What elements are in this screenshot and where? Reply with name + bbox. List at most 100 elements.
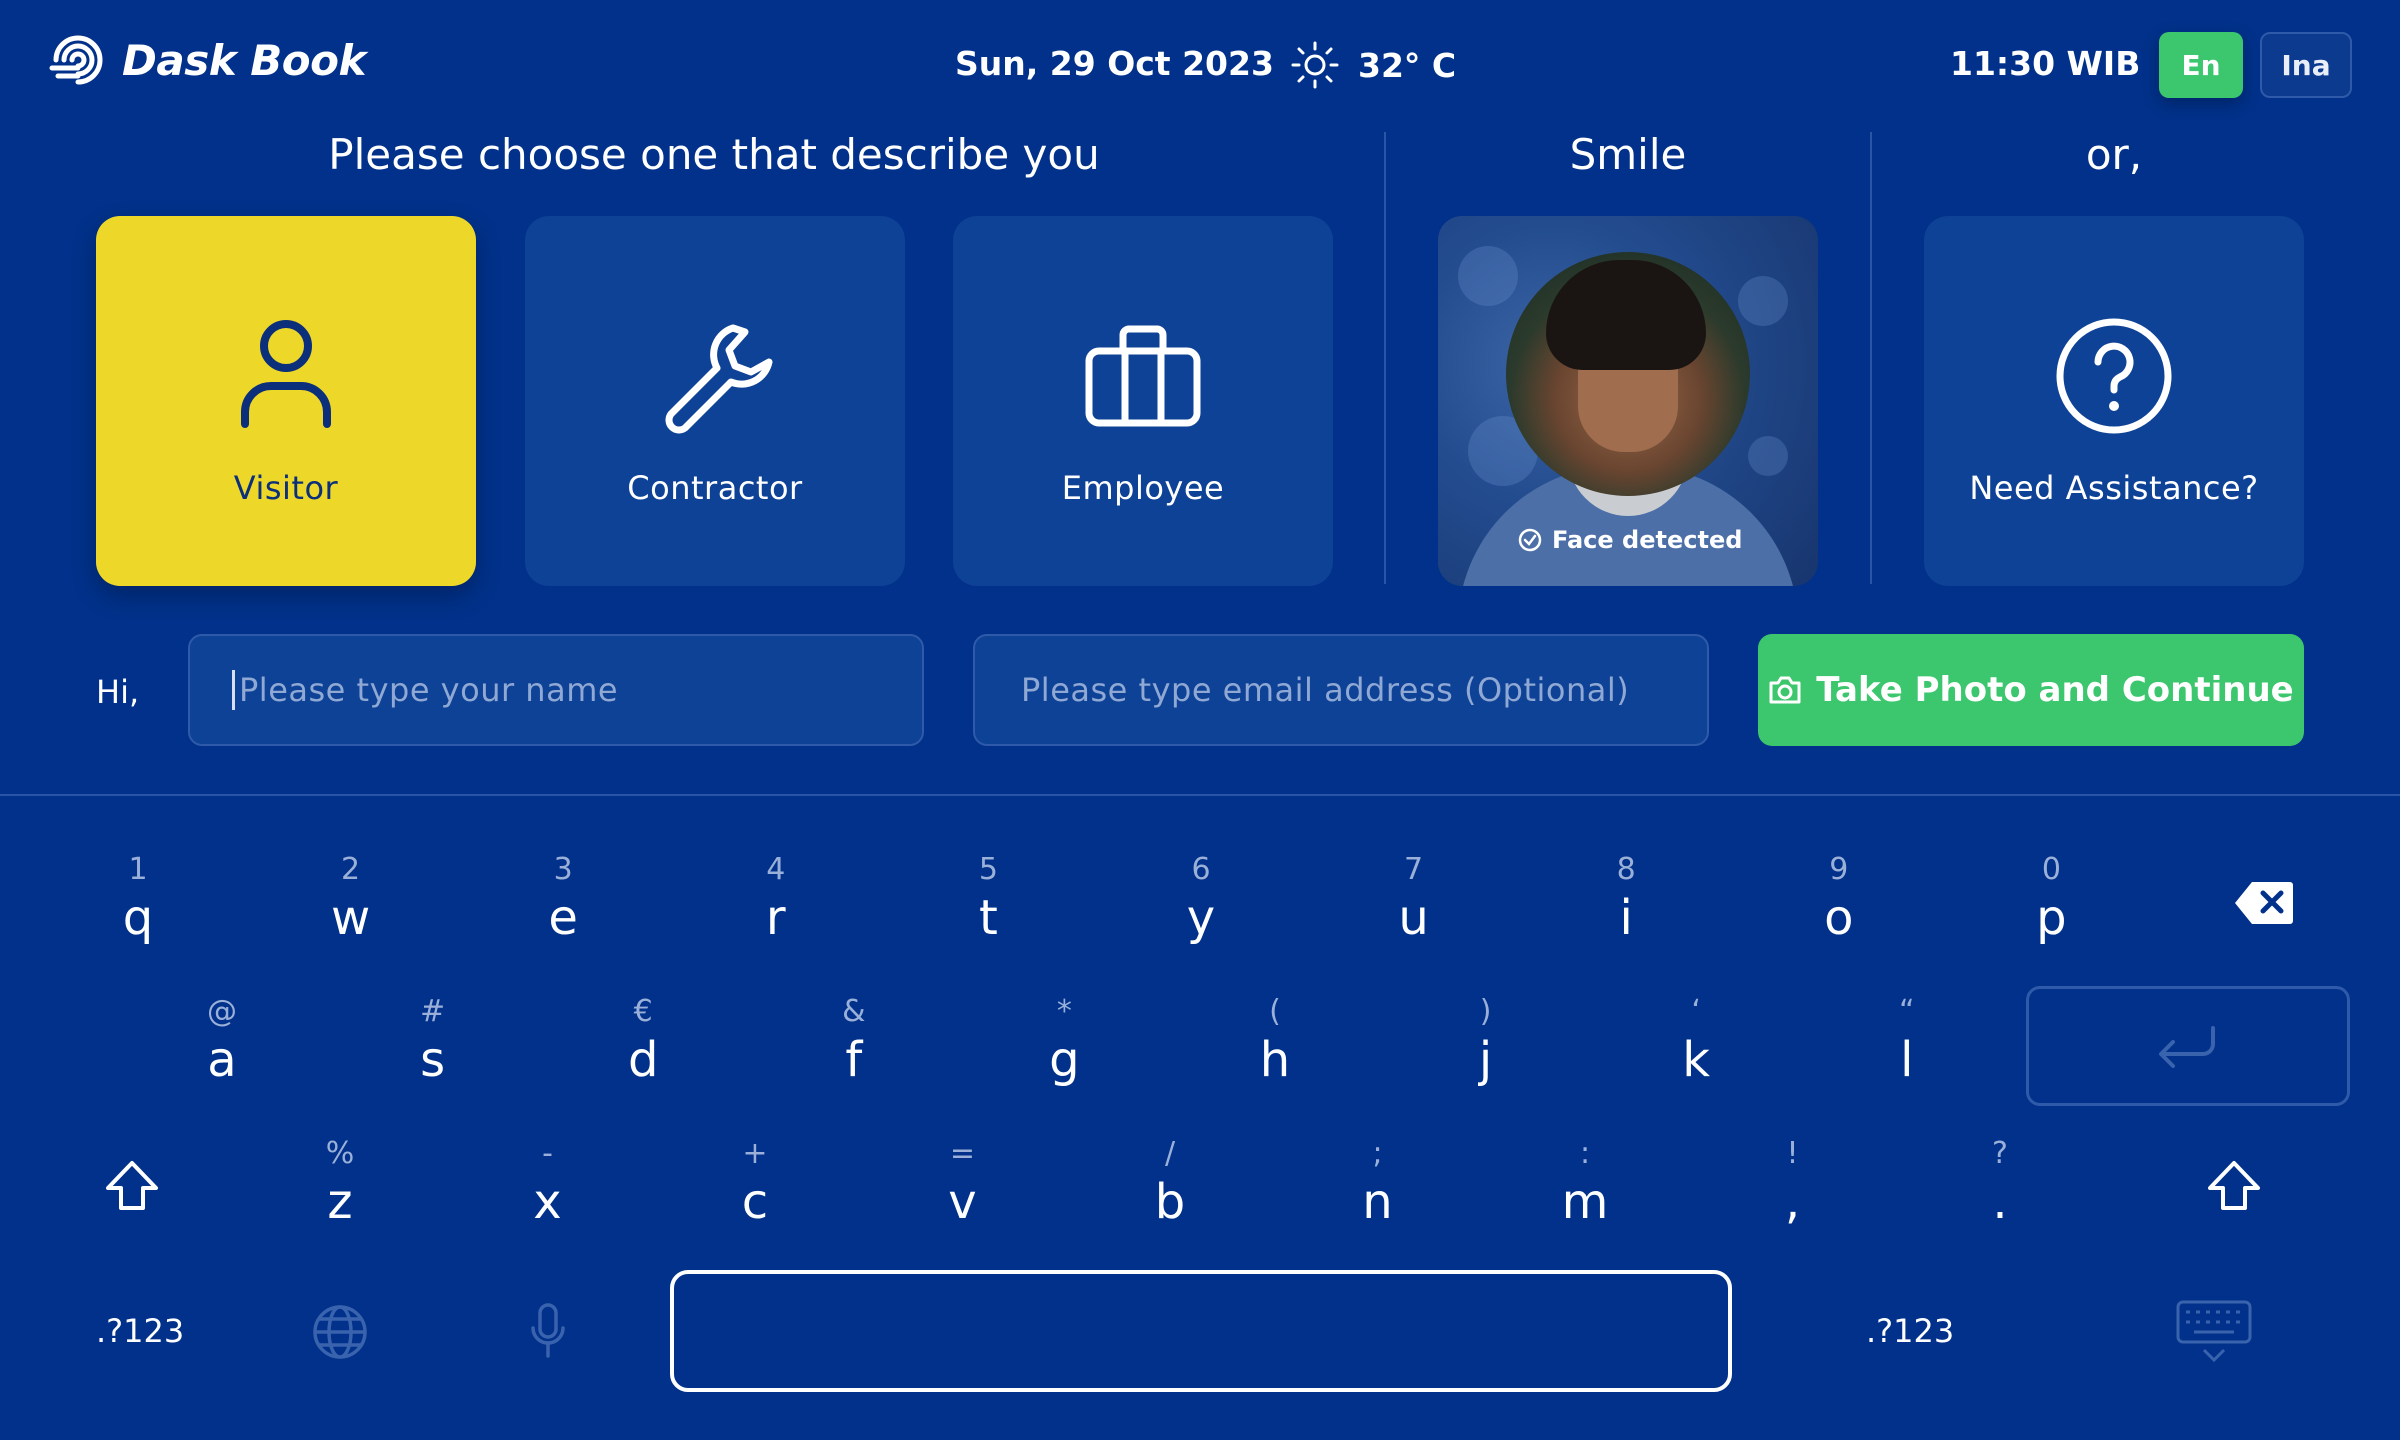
role-label: Visitor — [233, 469, 339, 507]
key-secondary-char: 4 — [766, 852, 786, 887]
role-card-visitor[interactable]: Visitor — [96, 216, 476, 586]
key-secondary-char: 0 — [2041, 852, 2061, 887]
keyboard-divider — [0, 794, 2400, 796]
face-detected-status: Face detected — [1518, 526, 1742, 554]
key-primary-char: , — [1784, 1174, 1801, 1230]
email-input[interactable]: Please type email address (Optional) — [973, 634, 1709, 746]
key-v[interactable]: = v — [903, 1136, 1023, 1246]
key-secondary-char: = — [949, 1136, 976, 1171]
key-e[interactable]: 3e — [503, 852, 623, 962]
take-photo-continue-button[interactable]: Take Photo and Continue — [1758, 634, 2304, 746]
key-secondary-char: & — [842, 994, 866, 1029]
key-primary-char: g — [1049, 1032, 1080, 1088]
key-primary-char: t — [978, 890, 998, 946]
key-primary-char: m — [1561, 1174, 1609, 1230]
temperature: 32° C — [1358, 45, 1457, 85]
globe-icon — [313, 1305, 367, 1359]
dask-logo-icon — [49, 35, 103, 85]
key-a[interactable]: @ a — [162, 994, 282, 1104]
key-secondary-char: 7 — [1404, 852, 1424, 887]
key-secondary-char: : — [1579, 1136, 1591, 1171]
microphone-key[interactable] — [530, 1302, 566, 1364]
weather-widget: 32° C — [1290, 40, 1456, 90]
key-c[interactable]: + c — [695, 1136, 815, 1246]
key-secondary-char: 8 — [1616, 852, 1636, 887]
choose-role-title: Please choose one that describe you — [328, 130, 1100, 179]
key-x[interactable]: -x — [488, 1136, 608, 1246]
key-t[interactable]: 5t — [928, 852, 1048, 962]
language-ina-button[interactable]: Ina — [2260, 32, 2352, 98]
key-secondary-char: - — [542, 1136, 553, 1171]
key-primary-char: e — [548, 890, 578, 946]
key-secondary-char: 5 — [978, 852, 998, 887]
keyboard-hide-icon — [2176, 1300, 2252, 1363]
key-period[interactable]: ?. — [1940, 1136, 2060, 1246]
key-z[interactable]: % z — [280, 1136, 400, 1246]
key-s[interactable]: # s — [373, 994, 493, 1104]
enter-key[interactable] — [2026, 986, 2350, 1106]
check-circle-icon — [1518, 528, 1542, 552]
key-primary-char: d — [627, 1032, 659, 1088]
key-h[interactable]: (h — [1215, 994, 1335, 1104]
key-u[interactable]: 7u — [1354, 852, 1474, 962]
name-input[interactable]: Please type your name — [188, 634, 924, 746]
key-i[interactable]: 8i — [1566, 852, 1686, 962]
space-key[interactable] — [670, 1270, 1732, 1392]
key-primary-char: r — [765, 890, 786, 946]
key-l[interactable]: “l — [1847, 994, 1967, 1104]
key-q[interactable]: 1q — [78, 852, 198, 962]
language-en-button[interactable]: En — [2159, 32, 2243, 98]
key-primary-char: q — [122, 890, 154, 946]
section-divider — [1384, 132, 1386, 584]
greeting-label: Hi, — [96, 673, 140, 711]
key-secondary-char: ‘ — [1691, 994, 1701, 1029]
user-icon — [241, 320, 331, 428]
section-divider — [1870, 132, 1872, 584]
role-label: Employee — [1061, 469, 1225, 507]
role-card-employee[interactable]: Employee — [953, 216, 1333, 586]
shift-left-key[interactable] — [104, 1158, 160, 1218]
key-secondary-char: 1 — [128, 852, 148, 887]
key-primary-char: p — [2036, 890, 2067, 946]
key-j[interactable]: ) j — [1426, 994, 1546, 1104]
key-comma[interactable]: !, — [1733, 1136, 1853, 1246]
key-r[interactable]: 4r — [716, 852, 836, 962]
key-m[interactable]: :m — [1525, 1136, 1645, 1246]
key-d[interactable]: € d — [583, 994, 703, 1104]
enter-arrow-icon — [2159, 1026, 2215, 1068]
app-name: Dask Book — [122, 35, 366, 85]
key-secondary-char: ; — [1372, 1136, 1383, 1171]
key-w[interactable]: 2w — [291, 852, 411, 962]
key-primary-char: f — [845, 1032, 863, 1088]
symbols-key-left[interactable]: .?123 — [96, 1312, 184, 1350]
key-p[interactable]: 0p — [1991, 852, 2111, 962]
need-assistance-card[interactable]: Need Assistance? — [1924, 216, 2304, 586]
key-primary-char: k — [1682, 1032, 1711, 1088]
key-f[interactable]: & f — [794, 994, 914, 1104]
key-primary-char: a — [207, 1032, 237, 1088]
symbols-key-right[interactable]: .?123 — [1866, 1312, 1954, 1350]
backspace-key[interactable] — [2234, 880, 2294, 930]
globe-key[interactable] — [312, 1304, 368, 1364]
hide-keyboard-key[interactable] — [2176, 1300, 2252, 1370]
key-secondary-char: 3 — [553, 852, 573, 887]
text-caret — [232, 670, 235, 710]
key-o[interactable]: 9o — [1779, 852, 1899, 962]
key-secondary-char: + — [742, 1136, 768, 1171]
role-card-contractor[interactable]: Contractor — [525, 216, 905, 586]
key-k[interactable]: ‘k — [1636, 994, 1756, 1104]
shift-right-key[interactable] — [2206, 1158, 2262, 1218]
role-label: Contractor — [627, 469, 803, 507]
key-g[interactable]: * g — [1004, 994, 1124, 1104]
detected-face — [1506, 252, 1750, 496]
key-n[interactable]: ; n — [1318, 1136, 1438, 1246]
backspace-icon — [2235, 882, 2293, 924]
key-secondary-char: ) — [1479, 994, 1492, 1029]
key-primary-char: h — [1259, 1032, 1291, 1088]
key-y[interactable]: 6y — [1141, 852, 1261, 962]
key-b[interactable]: / b — [1110, 1136, 1230, 1246]
smile-title: Smile — [1569, 130, 1687, 179]
briefcase-icon — [1085, 325, 1201, 427]
shift-icon — [2208, 1161, 2260, 1210]
key-primary-char: l — [1900, 1032, 1914, 1088]
